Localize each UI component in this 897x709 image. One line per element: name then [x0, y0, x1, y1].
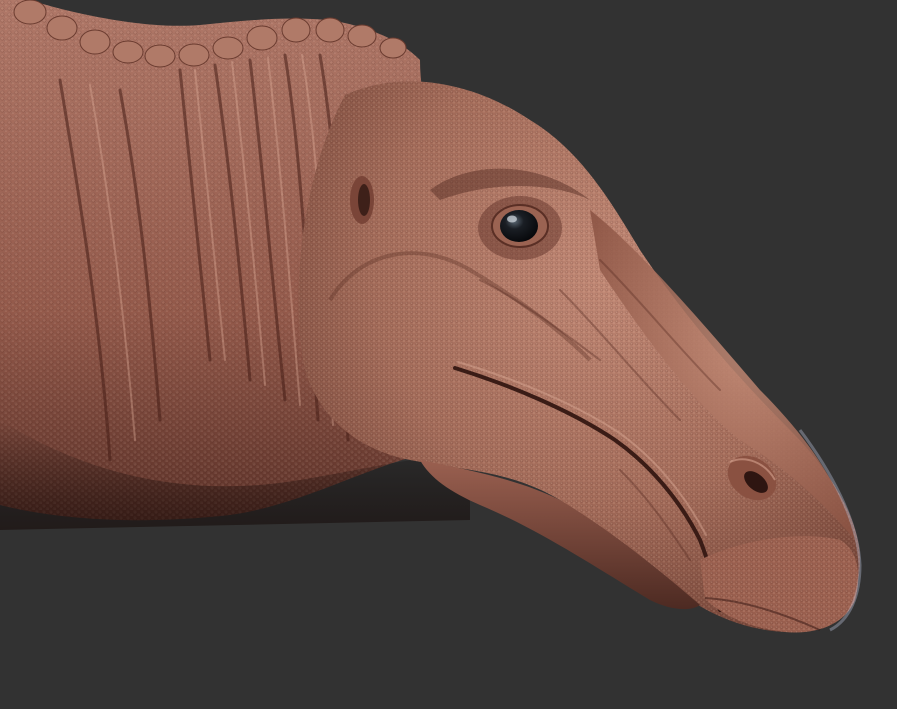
- ear-opening: [350, 176, 374, 224]
- render-viewport: [0, 0, 897, 709]
- dinosaur-head-render: [0, 0, 862, 633]
- eye-icon: [500, 210, 538, 242]
